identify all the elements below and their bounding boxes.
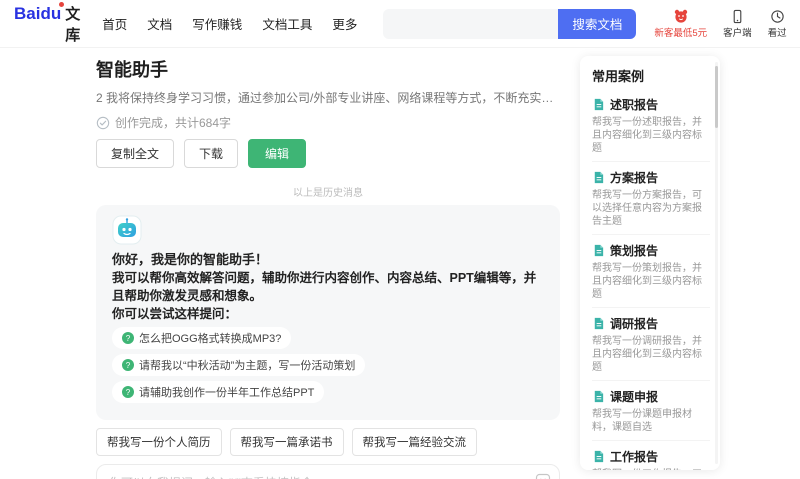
nav-item-earn[interactable]: 写作赚钱 <box>192 14 242 33</box>
message-input-card: 0/400 <box>96 464 560 479</box>
case-desc: 帮我写一份策划报告，并且内容细化到三级内容标题 <box>592 263 702 300</box>
promo-label: 新客最低5元 <box>654 28 708 39</box>
assistant-main: 智能助手 2 我将保持终身学习习惯，通过参加公司/外部专业讲座、网络课程等方式，… <box>96 48 560 479</box>
sidebar-title: 常用案例 <box>592 69 645 84</box>
svg-text:?: ? <box>126 361 131 370</box>
clock-icon <box>770 9 785 24</box>
logo-text-wenku: 文库 <box>65 5 81 44</box>
search-docs-button[interactable]: 搜索文档 <box>558 8 637 39</box>
prompt-icon: ? <box>122 359 134 371</box>
promo-bear-icon <box>673 8 689 24</box>
nav-item-more[interactable]: 更多 <box>332 14 357 33</box>
sidebar-scrollbar-thumb[interactable] <box>715 66 718 128</box>
prompt-icon: ? <box>122 332 134 344</box>
top-navbar: Bai du 文库 首页 文档 写作赚钱 文档工具 更多 搜索文档 新客最低5元… <box>0 0 800 48</box>
header-actions: 新客最低5元 客户端 看过 <box>654 8 800 39</box>
case-item[interactable]: 课题申报 帮我写一份课题申报材料，课题自选 <box>592 381 710 441</box>
client-link[interactable]: 客户端 <box>723 9 752 39</box>
nav-item-docs[interactable]: 文档 <box>147 14 172 33</box>
document-icon <box>592 171 605 184</box>
baidu-wenku-logo[interactable]: Bai du 文库 <box>14 1 81 45</box>
check-circle-icon <box>96 116 110 130</box>
suggestion-text: 怎么把OGG格式转换成MP3? <box>139 333 282 345</box>
edit-button[interactable]: 编辑 <box>248 139 307 168</box>
search-input[interactable] <box>383 8 559 39</box>
case-desc: 帮我写一份调研报告，并且内容细化到三级内容标题 <box>592 336 702 373</box>
main-nav: 首页 文档 写作赚钱 文档工具 更多 <box>102 14 357 33</box>
case-title: 述职报告 <box>610 98 659 112</box>
nav-item-home[interactable]: 首页 <box>102 14 127 33</box>
svg-text:?: ? <box>126 388 131 397</box>
case-item[interactable]: 方案报告 帮我写一份方案报告，可以选择任意内容为方案报告主题 <box>592 162 710 235</box>
case-item[interactable]: 述职报告 帮我写一份述职报告，并且内容细化到三级内容标题 <box>592 89 710 162</box>
suggestion-text: 请帮我以“中秋活动”为主题，写一份活动策划 <box>139 360 356 372</box>
suggestion-question[interactable]: ? 请辅助我创作一份半年工作总结PPT <box>112 381 325 403</box>
assistant-try-label: 你可以尝试这样提问： <box>112 307 238 321</box>
quick-prompt-chip[interactable]: 帮我写一份个人简历 <box>96 428 222 456</box>
assistant-greeting: 你好，我是你的智能助手！ <box>112 252 269 267</box>
case-title: 工作报告 <box>610 450 659 464</box>
seen-label: 看过 <box>767 27 787 39</box>
case-desc: 帮我写一份工作报告，工作类型随机 <box>592 468 710 470</box>
case-desc: 帮我写一份课题申报材料，课题自选 <box>592 409 692 433</box>
case-item[interactable]: 调研报告 帮我写一份调研报告，并且内容细化到三级内容标题 <box>592 308 710 381</box>
prompt-icon: ? <box>122 386 134 398</box>
svg-text:?: ? <box>126 334 131 343</box>
case-title: 策划报告 <box>610 244 659 258</box>
quick-prompt-chip[interactable]: 帮我写一篇经验交流 <box>351 428 477 456</box>
message-input[interactable] <box>109 474 529 479</box>
download-button[interactable]: 下载 <box>184 139 239 168</box>
page-body: 智能助手 2 我将保持终身学习习惯，通过参加公司/外部专业讲座、网络课程等方式，… <box>0 48 800 479</box>
document-icon <box>592 450 605 463</box>
logo-text-bai: Bai <box>14 3 41 23</box>
document-icon <box>592 98 605 111</box>
case-desc: 帮我写一份述职报告，并且内容细化到三级内容标题 <box>592 117 702 154</box>
suggestion-text: 请辅助我创作一份半年工作总结PPT <box>139 387 315 399</box>
history-seen-link[interactable]: 看过 <box>768 9 787 39</box>
emoji-icon[interactable] <box>535 473 551 479</box>
document-icon <box>592 390 605 403</box>
quick-prompt-chip[interactable]: 帮我写一篇承诺书 <box>229 428 344 456</box>
case-desc: 帮我写一份方案报告，可以选择任意内容为方案报告主题 <box>592 190 702 227</box>
phone-icon <box>730 9 745 24</box>
nav-item-tools[interactable]: 文档工具 <box>262 14 312 33</box>
document-icon <box>592 244 605 257</box>
completion-status: 创作完成，共计684字 <box>96 114 560 131</box>
case-item[interactable]: 策划报告 帮我写一份策划报告，并且内容细化到三级内容标题 <box>592 235 710 308</box>
search-bar: 搜索文档 <box>383 8 637 39</box>
assistant-intro: 我可以帮你高效解答问题，辅助你进行内容创作、内容总结、PPT编辑等，并且帮助你激… <box>112 271 537 303</box>
common-cases-sidebar: 常用案例 述职报告 帮我写一份述职报告，并且内容细化到三级内容标题 方案报告 帮… <box>580 56 720 470</box>
assistant-avatar-icon <box>112 215 142 245</box>
document-icon <box>592 317 605 330</box>
suggestion-question[interactable]: ? 怎么把OGG格式转换成MP3? <box>112 327 292 349</box>
case-title: 课题申报 <box>610 390 659 404</box>
suggestion-question[interactable]: ? 请帮我以“中秋活动”为主题，写一份活动策划 <box>112 354 366 376</box>
assistant-welcome-panel: 你好，我是你的智能助手！ 我可以帮你高效解答问题，辅助你进行内容创作、内容总结、… <box>96 205 560 420</box>
quick-prompts: 帮我写一份个人简历 帮我写一篇承诺书 帮我写一篇经验交流 <box>96 428 560 456</box>
copy-all-button[interactable]: 复制全文 <box>96 139 175 168</box>
case-title: 方案报告 <box>610 171 659 185</box>
page-title: 智能助手 <box>96 60 168 80</box>
logo-text-du: du <box>40 1 65 23</box>
completion-label: 创作完成，共计684字 <box>115 116 232 130</box>
case-title: 调研报告 <box>610 317 659 331</box>
client-label: 客户端 <box>723 27 752 39</box>
promo-link[interactable]: 新客最低5元 <box>654 8 707 39</box>
case-item[interactable]: 工作报告 帮我写一份工作报告，工作类型随机 <box>592 441 710 470</box>
history-divider: 以上是历史消息 <box>293 188 363 199</box>
history-message-text: 2 我将保持终身学习习惯，通过参加公司/外部专业讲座、网络课程等方式，不断充实自… <box>96 91 560 105</box>
history-actions: 复制全文 下载 编辑 <box>96 139 560 168</box>
